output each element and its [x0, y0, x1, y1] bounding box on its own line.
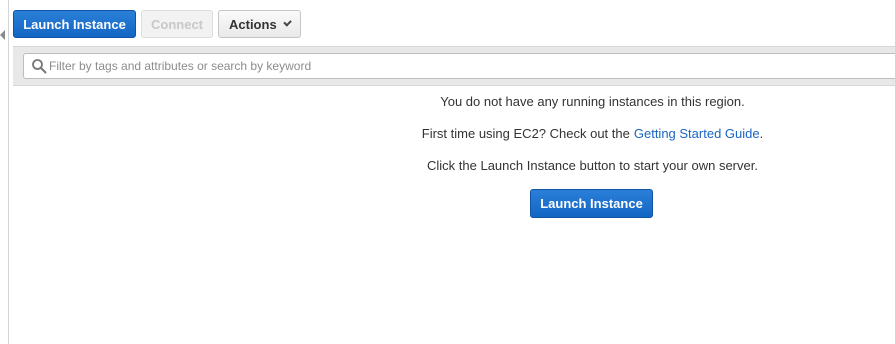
- actions-label: Actions: [229, 16, 277, 32]
- getting-started-suffix: .: [759, 126, 764, 141]
- launch-instructions-message: Click the Launch Instance button to star…: [427, 158, 758, 173]
- no-running-instances-message: You do not have any running instances in…: [440, 94, 745, 109]
- ec2-instances-page: Launch Instance Connect Actions You do n…: [0, 0, 895, 344]
- left-sidebar-edge: [0, 0, 9, 344]
- getting-started-message: First time using EC2? Check out the Getti…: [290, 124, 895, 144]
- collapse-sidebar-icon[interactable]: [0, 30, 5, 40]
- actions-dropdown-button[interactable]: Actions: [218, 10, 301, 38]
- getting-started-prefix: First time using EC2? Check out the: [421, 126, 630, 141]
- getting-started-guide-link[interactable]: Getting Started Guide: [634, 126, 760, 141]
- launch-instance-button[interactable]: Launch Instance: [13, 10, 136, 38]
- search-input[interactable]: [49, 56, 889, 76]
- search-icon: [32, 59, 47, 74]
- chevron-down-icon: [282, 17, 292, 27]
- launch-instance-empty-state-button[interactable]: Launch Instance: [530, 189, 653, 218]
- connect-button: Connect: [141, 10, 213, 38]
- toolbar: Launch Instance Connect Actions: [13, 10, 301, 39]
- search-field[interactable]: [23, 53, 895, 79]
- filter-bar: [13, 46, 895, 86]
